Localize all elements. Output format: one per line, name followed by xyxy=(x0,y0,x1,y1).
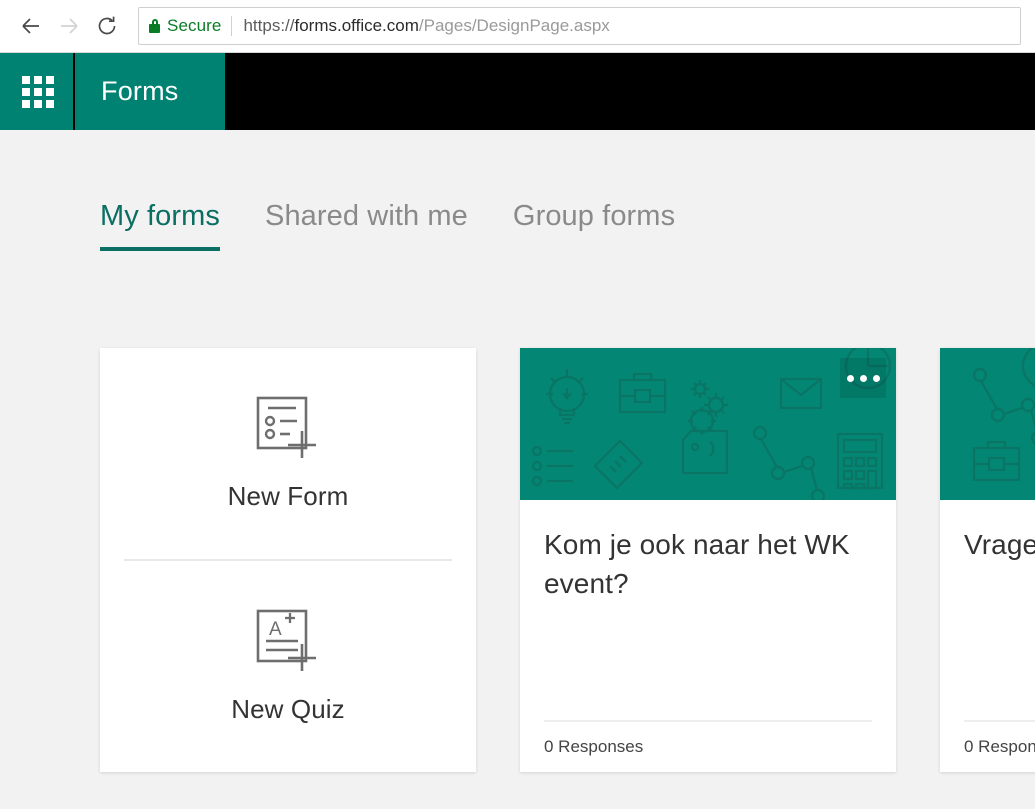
form-card-responses: 0 Responses xyxy=(544,720,872,772)
form-thumbnail xyxy=(940,348,1035,500)
form-card[interactable]: Vragen 0 Responses xyxy=(940,348,1035,772)
security-status: Secure xyxy=(167,16,222,35)
omnibox-divider xyxy=(231,16,233,36)
forms-tabs: My forms Shared with me Group forms xyxy=(100,200,720,251)
url-path: /Pages/DesignPage.aspx xyxy=(418,16,610,35)
svg-text:A: A xyxy=(269,619,282,640)
browser-toolbar: Secure https://forms.office.com/Pages/De… xyxy=(0,0,1035,53)
form-thumbnail-illustration xyxy=(972,348,1035,482)
back-button[interactable] xyxy=(12,7,50,45)
form-card-responses: 0 Responses xyxy=(964,720,1035,772)
office-header: Forms xyxy=(0,53,1035,130)
tab-group-forms[interactable]: Group forms xyxy=(513,200,675,251)
form-card-title: Vragen xyxy=(964,529,1035,560)
form-card[interactable]: Kom je ook naar het WK event? 0 Response… xyxy=(520,348,896,772)
reload-button[interactable] xyxy=(88,7,126,45)
new-form-label: New Form xyxy=(227,481,349,511)
app-launcher-button[interactable] xyxy=(0,53,75,130)
form-thumbnail xyxy=(520,348,896,500)
forward-button[interactable] xyxy=(50,7,88,45)
url-scheme: https:// xyxy=(243,16,295,35)
new-quiz-label: New Quiz xyxy=(231,694,345,724)
new-quiz-button[interactable]: A New Quiz xyxy=(100,561,476,772)
new-quiz-icon: A xyxy=(256,609,316,671)
create-card: New Form A New Quiz xyxy=(100,348,476,772)
new-form-icon xyxy=(256,396,316,458)
lock-icon xyxy=(149,19,160,33)
forms-grid: New Form A New Quiz Kom je ook naar het … xyxy=(100,348,1035,772)
url-host: forms.office.com xyxy=(294,16,419,35)
tab-shared-with-me[interactable]: Shared with me xyxy=(265,200,468,251)
back-arrow-icon xyxy=(22,18,39,34)
more-options-button[interactable] xyxy=(840,358,886,398)
forward-arrow-icon xyxy=(61,18,78,34)
reload-icon xyxy=(98,16,116,35)
brand-title[interactable]: Forms xyxy=(75,53,225,130)
app-launcher-icon xyxy=(21,75,54,108)
new-form-button[interactable]: New Form xyxy=(100,348,476,559)
form-card-title: Kom je ook naar het WK event? xyxy=(544,529,850,599)
tab-my-forms[interactable]: My forms xyxy=(100,200,221,251)
url-text: https://forms.office.com/Pages/DesignPag… xyxy=(243,16,609,36)
more-options-icon xyxy=(846,374,854,382)
address-bar[interactable]: Secure https://forms.office.com/Pages/De… xyxy=(138,7,1021,45)
